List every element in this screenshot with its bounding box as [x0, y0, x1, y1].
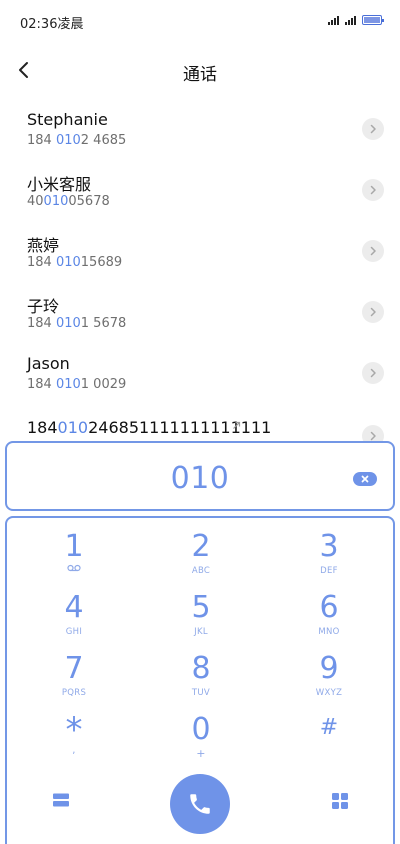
contact-row[interactable]: 子玲 184 0101 5678 [0, 283, 400, 344]
status-icons [328, 15, 384, 25]
call-button[interactable] [170, 774, 230, 834]
key-1[interactable]: 1 [29, 530, 119, 588]
contact-number: 184 0101 5678 [27, 316, 127, 331]
battery-icon [362, 15, 384, 25]
key-9[interactable]: 9 WXYZ [284, 652, 374, 710]
contact-number: 184 0101 0029 [27, 377, 127, 392]
contact-name: 燕婷 [27, 236, 60, 255]
recent-call-row[interactable]: 184010246851111111111111 [0, 405, 400, 447]
key-star[interactable]: * , [29, 713, 119, 771]
key-6[interactable]: 6 MNO [284, 591, 374, 649]
contact-name: 子玲 [27, 297, 60, 316]
dial-input-value[interactable]: 010 [7, 461, 393, 496]
contact-name: Stephanie [27, 110, 108, 129]
clear-button[interactable] [353, 472, 377, 486]
chevron-right-icon [370, 431, 376, 441]
chevron-right-icon [370, 307, 376, 317]
menu-grid-button[interactable] [331, 792, 349, 814]
key-8[interactable]: 8 TUV [156, 652, 246, 710]
dial-keypad: 1 2 ABC 3 DEF 4 GHI 5 JKL 6 MNO 7 PQRS 8… [5, 516, 395, 844]
status-bar: 02:36凌晨 [0, 0, 400, 44]
contact-number: 4001005678 [27, 194, 110, 209]
contact-row[interactable]: 燕婷 184 01015689 [0, 222, 400, 283]
chevron-right-icon [370, 185, 376, 195]
key-3[interactable]: 3 DEF [284, 530, 374, 588]
signal-icon-2 [345, 15, 356, 25]
contact-detail-button[interactable] [362, 362, 384, 384]
contact-name: Jason [27, 354, 70, 373]
contact-name: 小米客服 [27, 175, 92, 194]
contact-detail-button[interactable] [362, 301, 384, 323]
key-2[interactable]: 2 ABC [156, 530, 246, 588]
key-0[interactable]: 0 + [156, 713, 246, 771]
key-5[interactable]: 5 JKL [156, 591, 246, 649]
keypad-collapse-icon [53, 793, 69, 807]
contact-number: 184 0102 4685 [27, 133, 127, 148]
dialer-screen: 02:36凌晨 通话 Stephanie 184 0102 4685 小米客服 … [0, 0, 400, 844]
page-title: 通话 [183, 65, 217, 85]
chevron-right-icon [370, 124, 376, 134]
contact-detail-button[interactable] [362, 179, 384, 201]
contact-row[interactable]: 小米客服 4001005678 [0, 161, 400, 222]
outgoing-call-icon [233, 421, 241, 429]
contact-row[interactable]: Stephanie 184 0102 4685 [0, 100, 400, 161]
contact-detail-button[interactable] [362, 240, 384, 262]
chevron-right-icon [370, 246, 376, 256]
contact-detail-button[interactable] [362, 118, 384, 140]
grid-icon [332, 793, 348, 809]
chevron-right-icon [370, 368, 376, 378]
close-icon [361, 475, 369, 483]
voicemail-icon [67, 564, 81, 572]
phone-icon [190, 794, 210, 814]
status-time: 02:36凌晨 [20, 17, 84, 32]
dial-input-box[interactable]: 010 [5, 441, 395, 511]
key-7[interactable]: 7 PQRS [29, 652, 119, 710]
search-results-list: Stephanie 184 0102 4685 小米客服 4001005678 … [0, 100, 400, 447]
contact-row[interactable]: Jason 184 0101 0029 [0, 344, 400, 405]
collapse-keypad-button[interactable] [51, 792, 71, 812]
signal-icon [328, 15, 339, 25]
key-4[interactable]: 4 GHI [29, 591, 119, 649]
header: 通话 [0, 48, 400, 92]
key-hash[interactable]: # [284, 713, 374, 771]
contact-number: 184 01015689 [27, 255, 123, 270]
